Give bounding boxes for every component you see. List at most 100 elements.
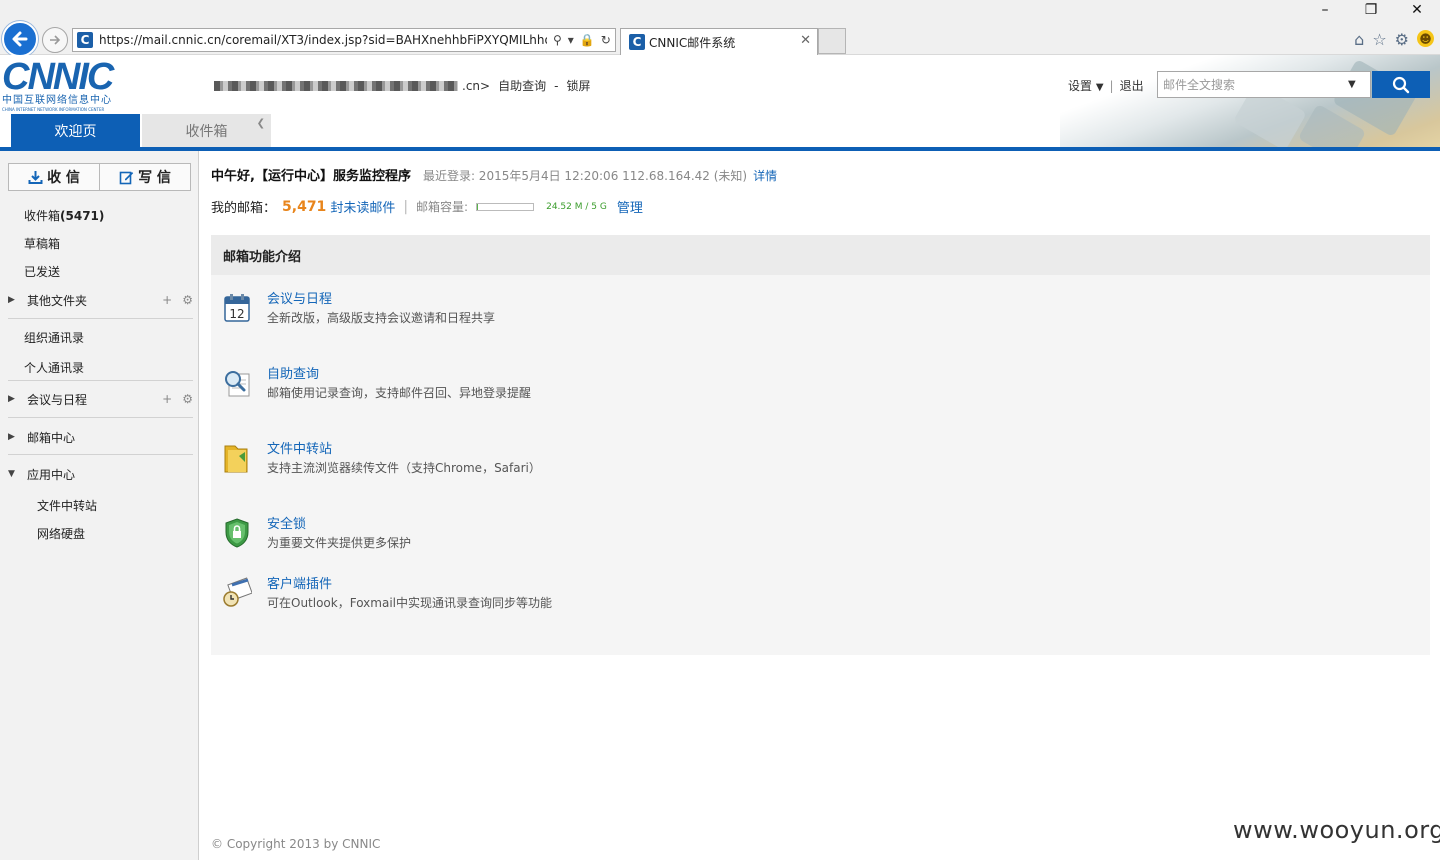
cnnic-logo[interactable]: CNNIC 中国互联网络信息中心 CHINA INTERNET NETWORK … — [2, 58, 132, 112]
smiley-icon[interactable]: ☻ — [1417, 30, 1434, 47]
shield-lock-icon[interactable] — [221, 516, 253, 550]
logout-link[interactable]: 退出 — [1120, 77, 1144, 94]
sidebar-group-app-center[interactable]: ▼ 应用中心 — [8, 464, 193, 484]
features-panel: 邮箱功能介绍 12 会议与日程 全新改版，高级版支持会议邀请和日程共享 自助查询… — [211, 235, 1430, 655]
expand-arrow-icon[interactable]: ▶ — [8, 295, 27, 305]
sidebar-group-calendar[interactable]: ▶ 会议与日程 + ⚙ — [8, 389, 193, 409]
sidebar-item-drafts[interactable]: 草稿箱 — [24, 235, 60, 252]
sidebar-item-netdisk[interactable]: 网络硬盘 — [37, 525, 85, 542]
calendar-label: 会议与日程 — [27, 392, 88, 407]
header-links: 设置 ▼ | 退出 — [1068, 77, 1144, 94]
lock-screen-link[interactable]: 锁屏 — [566, 77, 590, 94]
search-icon[interactable]: ⚲ — [553, 33, 562, 47]
feature-desc: 为重要文件夹提供更多保护 — [267, 536, 412, 550]
self-query-link[interactable]: 自助查询 — [498, 77, 546, 94]
quota-progress-fill — [477, 203, 478, 210]
gear-icon[interactable]: ⚙ — [182, 293, 193, 307]
mail-header: CNNIC 中国互联网络信息中心 CHINA INTERNET NETWORK … — [0, 55, 1440, 147]
sidebar-item-sent[interactable]: 已发送 — [24, 263, 60, 280]
home-icon[interactable]: ⌂ — [1354, 30, 1364, 49]
svg-text:12: 12 — [229, 307, 244, 321]
sidebar-group-mail-center[interactable]: ▶ 邮箱中心 — [8, 427, 193, 447]
close-window-icon[interactable]: ✕ — [1394, 0, 1440, 20]
forward-button[interactable] — [42, 27, 68, 53]
feature-title[interactable]: 自助查询 — [267, 366, 531, 384]
refresh-icon[interactable]: ↻ — [601, 33, 611, 47]
tab-inbox-label: 收件箱 — [185, 123, 228, 140]
greeting-line: 中午好,【运行中心】服务监控程序 最近登录: 2015年5月4日 12:20:0… — [211, 165, 777, 184]
panel-title: 邮箱功能介绍 — [211, 235, 1430, 275]
sidebar-item-personal-contacts[interactable]: 个人通讯录 — [24, 359, 84, 376]
redacted-user-name — [214, 80, 458, 91]
tab-close-icon[interactable]: ✕ — [800, 33, 811, 48]
tab-welcome[interactable]: 欢迎页 — [11, 114, 140, 147]
tab-favicon-icon: C — [629, 34, 645, 50]
address-actions: ⚲ ▾ 🔒 ↻ — [553, 33, 611, 47]
star-icon[interactable]: ☆ — [1372, 30, 1386, 49]
mail-search-input[interactable] — [1158, 77, 1348, 92]
sidebar-item-inbox[interactable]: 收件箱(5471) — [24, 207, 104, 224]
feature-title[interactable]: 安全锁 — [267, 516, 411, 534]
user-account-line: .cn> 自助查询 - 锁屏 — [214, 77, 598, 94]
add-icon[interactable]: + — [162, 392, 172, 406]
back-button[interactable] — [2, 21, 38, 57]
compose-toolbar: 收 信 写 信 — [8, 163, 191, 191]
mail-center-label: 邮箱中心 — [27, 430, 76, 445]
collapse-arrow-icon[interactable]: ▼ — [8, 469, 27, 479]
arrow-left-icon — [12, 31, 28, 47]
caret-down-icon: ▼ — [1095, 82, 1104, 93]
manage-link[interactable]: 管理 — [617, 197, 643, 216]
receive-label: 收 信 — [47, 170, 80, 186]
search-button[interactable] — [1372, 71, 1430, 98]
inbox-count: (5471) — [60, 209, 105, 223]
feature-desc: 支持主流浏览器续传文件（支持Chrome，Safari） — [267, 461, 541, 475]
url-text[interactable]: https://mail.cnnic.cn/coremail/XT3/index… — [99, 33, 547, 47]
sidebar-item-file-transfer[interactable]: 文件中转站 — [37, 497, 97, 514]
address-bar[interactable]: C https://mail.cnnic.cn/coremail/XT3/ind… — [72, 28, 616, 52]
restore-icon[interactable]: ❐ — [1348, 0, 1394, 20]
expand-arrow-icon[interactable]: ▶ — [8, 432, 27, 442]
user-email-suffix: .cn> — [462, 78, 491, 93]
quota-progress-bar — [476, 202, 535, 211]
settings-menu[interactable]: 设置 ▼ — [1068, 77, 1104, 94]
gear-icon[interactable]: ⚙ — [1395, 30, 1409, 49]
minimize-icon[interactable]: – — [1302, 0, 1348, 20]
feature-title[interactable]: 文件中转站 — [267, 441, 541, 459]
gear-icon[interactable]: ⚙ — [182, 392, 193, 406]
unread-count[interactable]: 5,471 — [282, 199, 326, 215]
last-login-text: 最近登录: 2015年5月4日 12:20:06 112.68.164.42 (… — [422, 169, 748, 183]
tab-inbox[interactable]: 收件箱 ❮ — [142, 114, 271, 147]
add-icon[interactable]: + — [162, 293, 172, 307]
feature-client-plugin: 客户端插件 可在Outlook，Foxmail中实现通讯录查询同步等功能 — [221, 576, 552, 612]
magnifier-icon[interactable] — [221, 366, 253, 400]
feature-title[interactable]: 会议与日程 — [267, 291, 495, 309]
divider — [8, 318, 193, 319]
folder-icon[interactable] — [221, 441, 253, 475]
feature-title[interactable]: 客户端插件 — [267, 576, 552, 594]
receive-button[interactable]: 收 信 — [9, 164, 99, 190]
expand-arrow-icon[interactable]: ▶ — [8, 394, 27, 404]
sidebar-item-org-contacts[interactable]: 组织通讯录 — [24, 329, 84, 346]
compose-button[interactable]: 写 信 — [99, 164, 190, 190]
search-scope-dropdown-icon[interactable]: ▼ — [1348, 79, 1356, 90]
arrow-right-icon — [50, 35, 61, 45]
divider — [8, 380, 193, 381]
plugin-icon[interactable] — [221, 576, 253, 610]
sidebar-group-other-folders[interactable]: ▶ 其他文件夹 + ⚙ — [8, 290, 193, 310]
calendar-icon[interactable]: 12 — [221, 291, 253, 325]
tab-pin-icon[interactable]: ❮ — [257, 118, 265, 129]
browser-tab[interactable]: C CNNIC邮件系统 ✕ — [620, 28, 818, 55]
watermark-text: www.wooyun.org — [1233, 816, 1440, 844]
search-icon — [1392, 76, 1410, 93]
greeting-text: 中午好,【运行中心】服务监控程序 — [211, 169, 411, 184]
new-tab-button[interactable] — [818, 28, 846, 54]
feature-file-transfer: 文件中转站 支持主流浏览器续传文件（支持Chrome，Safari） — [221, 441, 541, 477]
unread-mail-link[interactable]: 封未读邮件 — [330, 197, 395, 216]
lock-icon[interactable]: 🔒 — [580, 33, 595, 47]
dropdown-icon[interactable]: ▾ — [568, 33, 574, 47]
copyright-text: © Copyright 2013 by CNNIC — [211, 837, 381, 851]
browser-tools: ⌂ ☆ ⚙ ☻ — [1354, 30, 1434, 49]
download-icon — [28, 170, 43, 184]
login-detail-link[interactable]: 详情 — [753, 167, 777, 184]
settings-label: 设置 — [1068, 79, 1093, 93]
